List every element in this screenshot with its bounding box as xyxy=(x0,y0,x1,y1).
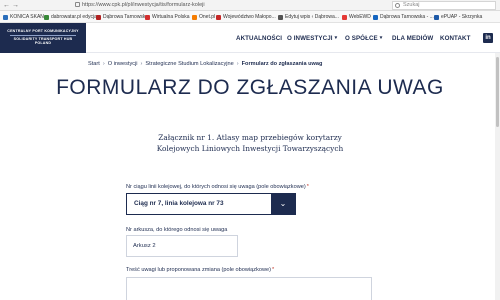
favicon-icon xyxy=(192,14,197,20)
breadcrumb: Start › O inwestycji › Strategiczne Studium … xyxy=(88,61,322,67)
nav-o-inwestycji[interactable]: O INWESTYCJI ▾ xyxy=(287,23,337,53)
comment-textarea[interactable] xyxy=(126,277,372,300)
bookmark-item[interactable]: Dąbrowa Tarnowska - ... xyxy=(373,11,434,22)
comment-field-label: Treść uwagi lub proponowana zmiana (pole… xyxy=(126,267,275,273)
required-mark: * xyxy=(272,267,275,273)
bookmark-item[interactable]: Dąbrowa Tarnowska xyxy=(96,11,148,22)
page-title: FORMULARZ DO ZGŁASZANIA UWAG xyxy=(56,76,444,99)
subtitle-line: Kolejowych Liniowych Inwestycji Towarzys… xyxy=(156,143,344,153)
favicon-icon xyxy=(434,14,439,20)
favicon-icon xyxy=(145,14,150,20)
bookmark-item[interactable]: ePUAP - Skrzynka xyxy=(434,11,482,22)
logo-text: POLAND xyxy=(34,41,52,46)
favicon-icon xyxy=(3,14,8,20)
line-field-label: Nr ciągu linii kolejowej, do których odn… xyxy=(126,184,309,190)
site-header: CENTRALNY PORT KOMUNIKACYJNY SOLIDARITY … xyxy=(0,23,500,53)
forward-icon[interactable]: → xyxy=(12,1,19,10)
breadcrumb-link[interactable]: Start xyxy=(88,61,100,67)
bookmark-item[interactable]: WebEWD xyxy=(342,11,371,22)
logo-divider xyxy=(10,34,76,36)
bookmark-item[interactable]: Wirtualna Polska xyxy=(145,11,190,22)
back-icon[interactable]: ← xyxy=(3,1,10,10)
chevron-down-icon[interactable]: ⌄ xyxy=(271,194,295,214)
subtitle-line: Załącznik nr 1. Atlasy map przebiegów ko… xyxy=(158,133,342,142)
scrollbar-thumb[interactable] xyxy=(496,57,499,127)
chevron-down-icon: ▾ xyxy=(334,35,338,41)
line-select[interactable]: Ciąg nr 7, linia kolejowa nr 73 ⌄ xyxy=(126,193,296,215)
chevron-down-icon: ▾ xyxy=(379,35,383,41)
line-select-value: Ciąg nr 7, linia kolejowa nr 73 xyxy=(134,200,224,207)
logo-text: CENTRALNY PORT KOMUNIKACYJNY xyxy=(7,29,79,33)
browser-toolbar: ← → https://www.cpk.pl/pl/inwestycja/tis… xyxy=(0,0,500,11)
favicon-icon xyxy=(44,14,49,20)
lock-icon xyxy=(75,2,80,8)
nav-kontakt[interactable]: KONTAKT xyxy=(440,23,471,53)
favicon-icon xyxy=(373,14,378,20)
bookmarks-bar: KONICA SKAN dabrowatar.pl edycja Dąbrowa… xyxy=(0,11,500,23)
breadcrumb-link[interactable]: Strategiczne Studium Lokalizacyjne xyxy=(145,61,233,67)
url-text: https://www.cpk.pl/pl/inwestycja/tis/for… xyxy=(82,2,205,8)
favicon-icon xyxy=(278,14,283,20)
favicon-icon xyxy=(216,14,221,20)
nav-o-spolce[interactable]: O SPÓŁCE ▾ xyxy=(345,23,382,53)
breadcrumb-separator: › xyxy=(236,61,239,67)
required-mark: * xyxy=(306,184,309,190)
cpk-logo[interactable]: CENTRALNY PORT KOMUNIKACYJNY SOLIDARITY … xyxy=(0,23,86,53)
breadcrumb-link[interactable]: O inwestycji xyxy=(108,61,138,67)
bookmark-item[interactable]: dabrowatar.pl edycja xyxy=(44,11,97,22)
bookmark-item[interactable]: Edytuj wpis ‹ Dąbrowa... xyxy=(278,11,339,22)
sheet-input[interactable]: Arkusz 2 xyxy=(126,235,238,257)
bookmark-item[interactable]: KONICA SKAN xyxy=(3,11,44,22)
breadcrumb-current: Formularz do zgłaszania uwag xyxy=(241,61,323,67)
address-bar[interactable]: https://www.cpk.pl/pl/inwestycja/tis/for… xyxy=(75,1,365,10)
linkedin-icon[interactable]: in xyxy=(483,33,493,43)
favicon-icon xyxy=(96,14,101,20)
search-placeholder: Szukaj xyxy=(403,2,420,8)
nav-dla-mediow[interactable]: DLA MEDIÓW xyxy=(392,23,433,53)
page-subtitle: Załącznik nr 1. Atlasy map przebiegów ko… xyxy=(0,133,500,154)
breadcrumb-separator: › xyxy=(102,61,105,67)
bookmark-item[interactable]: Województwo Małopo... xyxy=(216,11,276,22)
page-scrollbar[interactable] xyxy=(495,53,500,300)
browser-search-input[interactable]: Szukaj xyxy=(392,1,496,10)
favicon-icon xyxy=(342,14,347,20)
nav-aktualnosci[interactable]: AKTUALNOŚCI xyxy=(236,23,282,53)
breadcrumb-separator: › xyxy=(140,61,143,67)
search-icon xyxy=(395,3,400,8)
sheet-field-label: Nr arkusza, do którego odnosi się uwaga xyxy=(126,227,228,233)
bookmark-item[interactable]: Onet.pl xyxy=(192,11,215,22)
